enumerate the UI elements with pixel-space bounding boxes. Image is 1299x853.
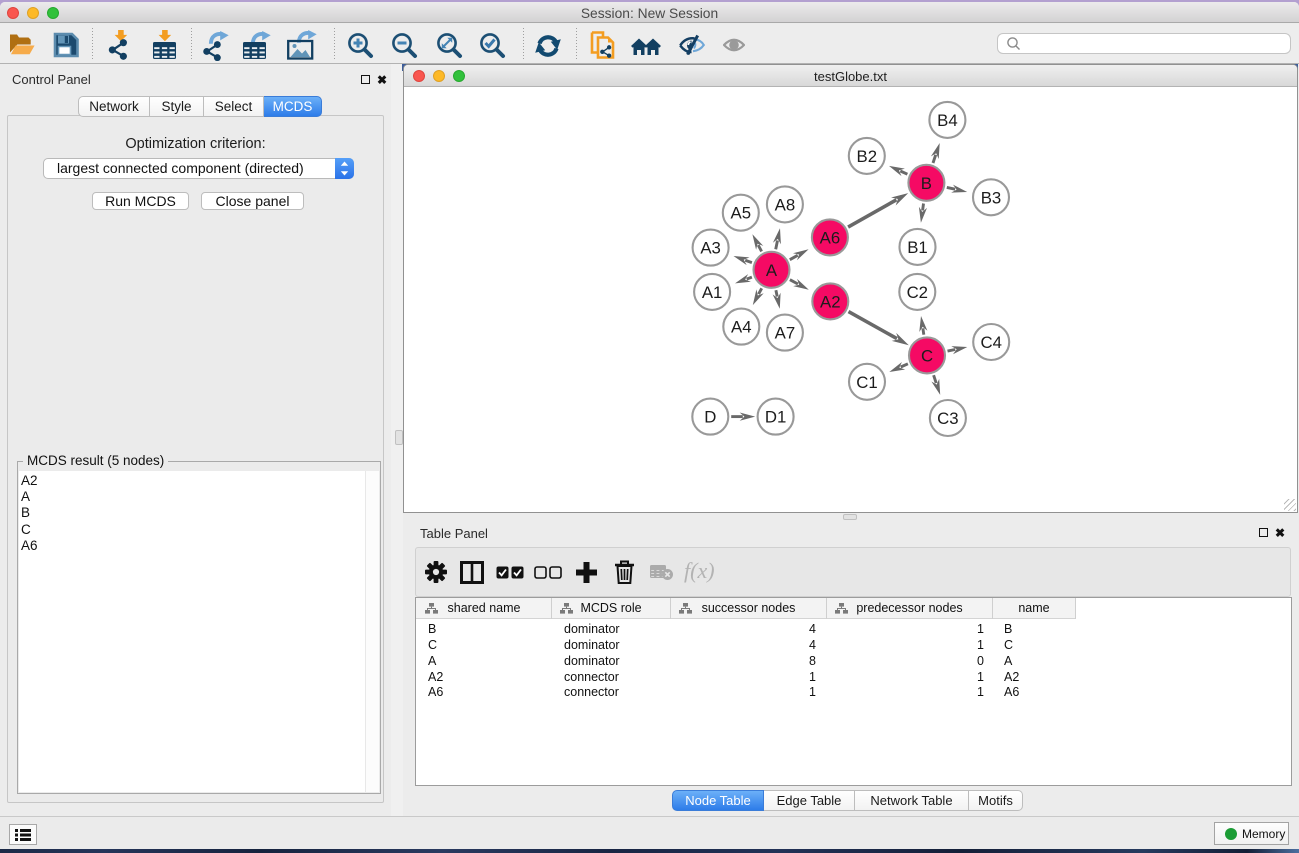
svg-text:C2: C2	[907, 283, 928, 302]
svg-text:C4: C4	[980, 333, 1001, 352]
svg-text:A5: A5	[731, 204, 752, 223]
svg-text:B2: B2	[857, 147, 878, 166]
svg-text:C: C	[921, 346, 933, 365]
svg-text:A1: A1	[702, 283, 723, 302]
svg-text:A2: A2	[820, 292, 841, 311]
svg-text:A7: A7	[775, 324, 796, 343]
svg-text:B4: B4	[937, 111, 958, 130]
svg-text:C1: C1	[856, 373, 877, 392]
svg-text:A4: A4	[731, 318, 752, 337]
svg-text:B1: B1	[907, 238, 928, 257]
svg-text:B: B	[921, 174, 932, 193]
svg-text:D: D	[704, 408, 716, 427]
svg-text:A: A	[766, 261, 778, 280]
svg-text:A3: A3	[700, 239, 721, 258]
svg-text:D1: D1	[765, 408, 786, 427]
svg-text:C3: C3	[937, 409, 958, 428]
svg-text:A8: A8	[775, 195, 796, 214]
svg-text:B3: B3	[981, 188, 1002, 207]
svg-text:A6: A6	[820, 228, 841, 247]
